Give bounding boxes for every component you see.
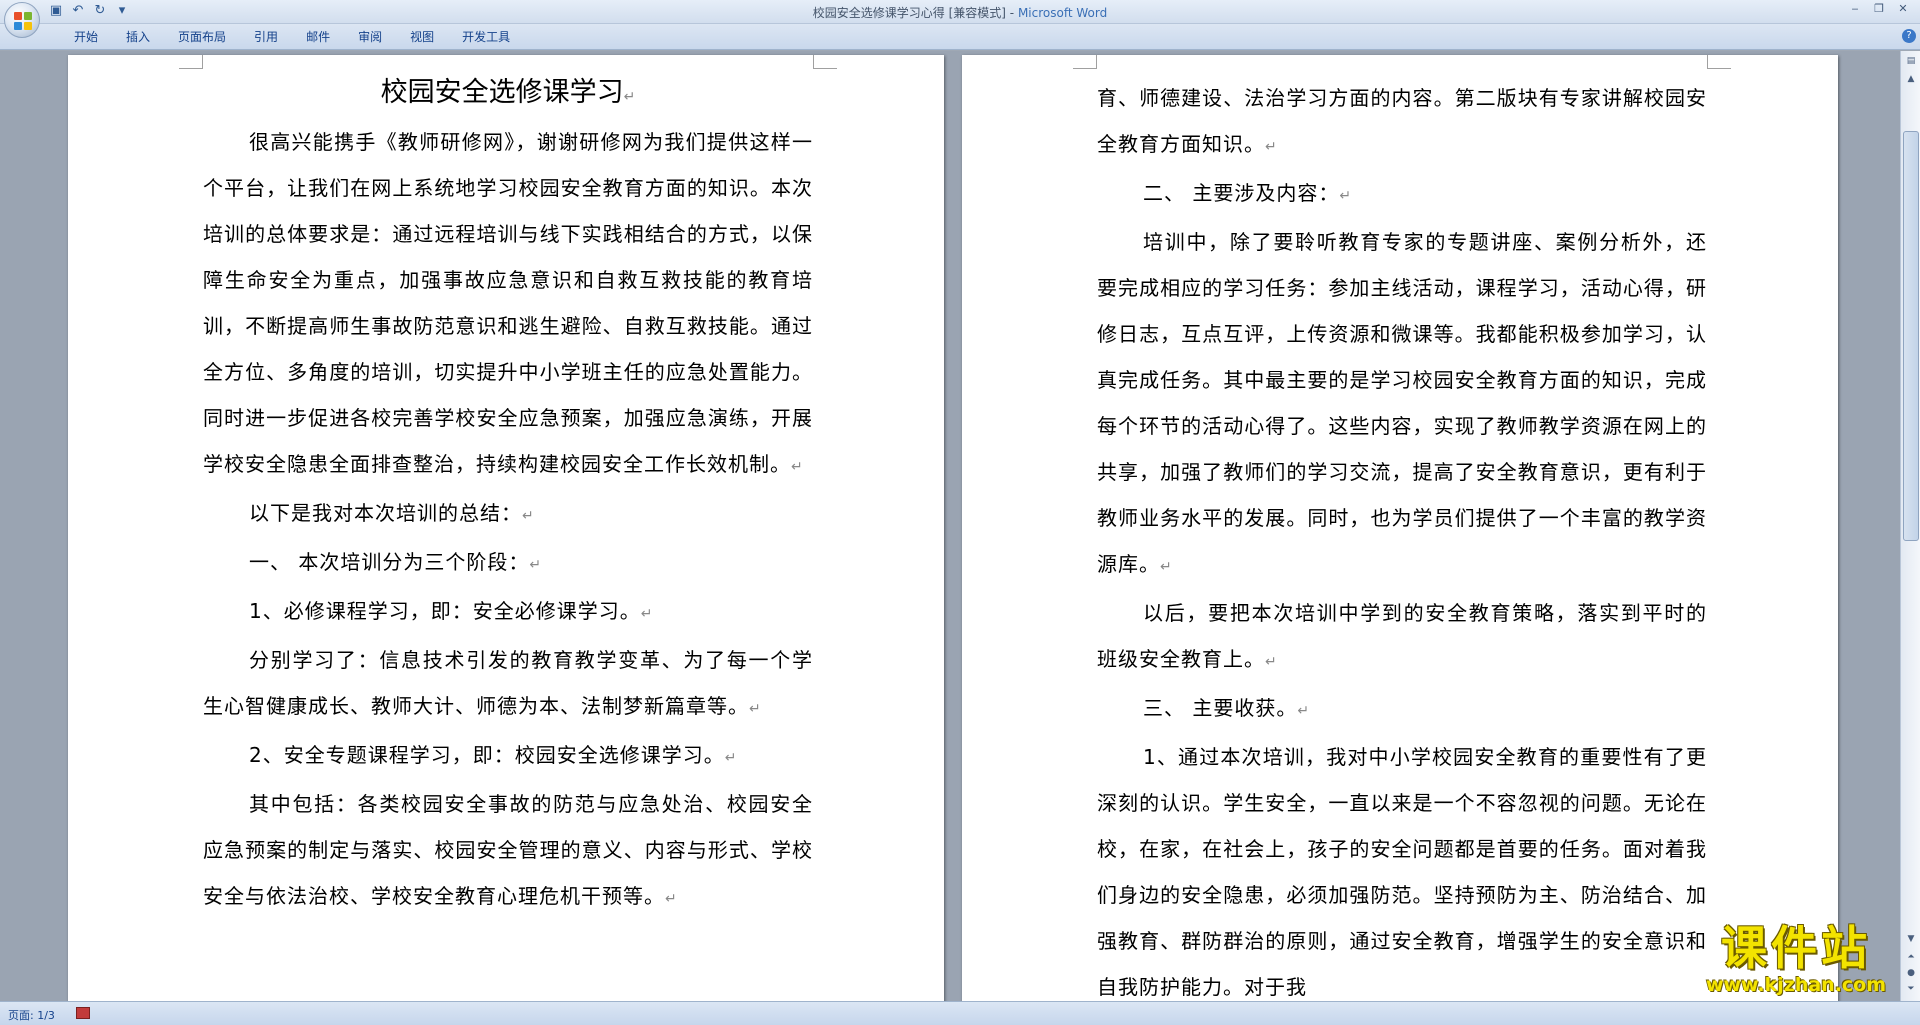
application-name: Microsoft Word [1017,6,1108,20]
paragraph[interactable]: 其中包括：各类校园安全事故的防范与应急处治、校园安全应急预案的制定与落实、校园安… [203,781,813,922]
watermark-url: www.kjzhan.com [1705,974,1887,996]
minimize-button[interactable]: ‒ [1844,2,1866,16]
window-controls: ‒ ❐ ✕ [1844,2,1914,16]
document-name: 校园安全选修课学习心得 [兼容模式] [812,6,1006,20]
paragraph-text: 分别学习了：信息技术引发的教育教学变革、为了每一个学生心智健康成长、教师大计、师… [203,648,813,718]
page-1[interactable]: 校园安全选修课学习↵ 很高兴能携手《教师研修网》，谢谢研修网为我们提供这样一个平… [68,55,944,1001]
page-count[interactable]: 页面: 1/3 [8,1007,55,1023]
tab-developer[interactable]: 开发工具 [448,29,524,45]
paragraph[interactable]: 育、师德建设、法治学习方面的内容。第二版块有专家讲解校园安全教育方面知识。↵ [1097,75,1707,170]
paragraph[interactable]: 培训中，除了要聆听教育专家的专题讲座、案例分析外，还要完成相应的学习任务：参加主… [1097,219,1707,590]
paragraph-text: 以下是我对本次培训的总结： [249,501,522,525]
paragraph[interactable]: 很高兴能携手《教师研修网》，谢谢研修网为我们提供这样一个平台，让我们在网上系统地… [203,119,813,490]
paragraph-text: 很高兴能携手《教师研修网》，谢谢研修网为我们提供这样一个平台，让我们在网上系统地… [203,130,813,476]
paragraph-mark: ↵ [724,750,738,766]
proofing-icon[interactable] [76,1007,90,1019]
page-1-content[interactable]: 校园安全选修课学习↵ 很高兴能携手《教师研修网》，谢谢研修网为我们提供这样一个平… [203,71,813,922]
tab-mailings[interactable]: 邮件 [292,29,344,45]
paragraph[interactable]: 1、必修课程学习，即：安全必修课学习。↵ [203,588,813,637]
ribbon-tabs: 开始 插入 页面布局 引用 邮件 审阅 视图 开发工具 ? [0,24,1920,50]
paragraph-mark: ↵ [522,508,535,524]
tab-home[interactable]: 开始 [60,29,112,45]
paragraph-text: 三、 主要收获。 [1143,696,1298,720]
document-title[interactable]: 校园安全选修课学习↵ [203,71,813,119]
site-watermark: 课件站 www.kjzhan.com [1678,920,1914,1002]
paragraph-mark: ↵ [640,606,654,622]
close-button[interactable]: ✕ [1892,2,1914,16]
paragraph-mark: ↵ [1265,139,1278,155]
window-title: 校园安全选修课学习心得 [兼容模式] - Microsoft Word [0,4,1920,21]
title-bar: ▣ ↶ ↻ ▾ 校园安全选修课学习心得 [兼容模式] - Microsoft W… [0,0,1920,38]
document-area[interactable]: 校园安全选修课学习↵ 很高兴能携手《教师研修网》，谢谢研修网为我们提供这样一个平… [0,51,1900,1001]
crop-mark [1707,55,1731,69]
crop-mark [1073,55,1097,69]
paragraph[interactable]: 1、通过本次培训，我对中小学校园安全教育的重要性有了更深刻的认识。学生安全，一直… [1097,734,1707,1001]
restore-button[interactable]: ❐ [1868,2,1890,16]
status-bar: 页面: 1/3 [0,1001,1920,1025]
ruler-toggle-icon[interactable]: ▤ [1903,53,1919,69]
crop-mark [813,55,837,69]
watermark-logo: 课件站 [1721,921,1871,975]
tab-page-layout[interactable]: 页面布局 [164,29,240,45]
scroll-thumb[interactable] [1903,131,1919,541]
paragraph-mark: ↵ [665,891,678,907]
paragraph[interactable]: 分别学习了：信息技术引发的教育教学变革、为了每一个学生心智健康成长、教师大计、师… [203,637,813,732]
paragraph-mark: ↵ [1265,654,1278,670]
title-separator: - [1005,6,1018,20]
paragraph[interactable]: 一、 本次培训分为三个阶段：↵ [203,539,813,588]
page-2[interactable]: 育、师德建设、法治学习方面的内容。第二版块有专家讲解校园安全教育方面知识。↵ 二、… [962,55,1838,1001]
paragraph-text: 1、必修课程学习，即：安全必修课学习。 [249,599,641,623]
paragraph-mark: ↵ [1160,559,1173,575]
paragraph-text: 一、 本次培训分为三个阶段： [249,550,530,574]
paragraph[interactable]: 2、安全专题课程学习，即：校园安全选修课学习。↵ [203,732,813,781]
tab-insert[interactable]: 插入 [112,29,164,45]
paragraph-text: 育、师德建设、法治学习方面的内容。第二版块有专家讲解校园安全教育方面知识。 [1097,86,1707,156]
paragraph[interactable]: 三、 主要收获。↵ [1097,685,1707,734]
paragraph-mark: ↵ [1297,703,1311,719]
paragraph-mark: ↵ [1339,188,1353,204]
office-logo-icon [14,12,32,30]
paragraph-text: 培训中，除了要聆听教育专家的专题讲座、案例分析外，还要完成相应的学习任务：参加主… [1097,230,1707,576]
paragraph-text: 2、安全专题课程学习，即：校园安全选修课学习。 [249,743,725,767]
paragraph-mark: ↵ [791,459,804,475]
paragraph[interactable]: 以下是我对本次培训的总结：↵ [203,490,813,539]
paragraph-mark: ↵ [529,557,543,573]
help-icon[interactable]: ? [1902,29,1916,43]
paragraph[interactable]: 二、 主要涉及内容：↵ [1097,170,1707,219]
paragraph-text: 二、 主要涉及内容： [1143,181,1340,205]
tab-references[interactable]: 引用 [240,29,292,45]
paragraph-text: 以后，要把本次培训中学到的安全教育策略，落实到平时的班级安全教育上。 [1097,601,1707,671]
tab-review[interactable]: 审阅 [344,29,396,45]
paragraph-text: 1、通过本次培训，我对中小学校园安全教育的重要性有了更深刻的认识。学生安全，一直… [1097,745,1707,999]
paragraph[interactable]: 以后，要把本次培训中学到的安全教育策略，落实到平时的班级安全教育上。↵ [1097,590,1707,685]
paragraph-mark: ↵ [749,701,762,717]
crop-mark [179,55,203,69]
vertical-scrollbar[interactable]: ▤ ▲ ▼ ⏶ ● ⏷ [1900,51,1920,1001]
scroll-up-icon[interactable]: ▲ [1903,71,1919,87]
office-button[interactable] [4,2,40,38]
page-2-content[interactable]: 育、师德建设、法治学习方面的内容。第二版块有专家讲解校园安全教育方面知识。↵ 二、… [1097,75,1707,1001]
tab-view[interactable]: 视图 [396,29,448,45]
paragraph-text: 其中包括：各类校园安全事故的防范与应急处治、校园安全应急预案的制定与落实、校园安… [203,792,813,908]
